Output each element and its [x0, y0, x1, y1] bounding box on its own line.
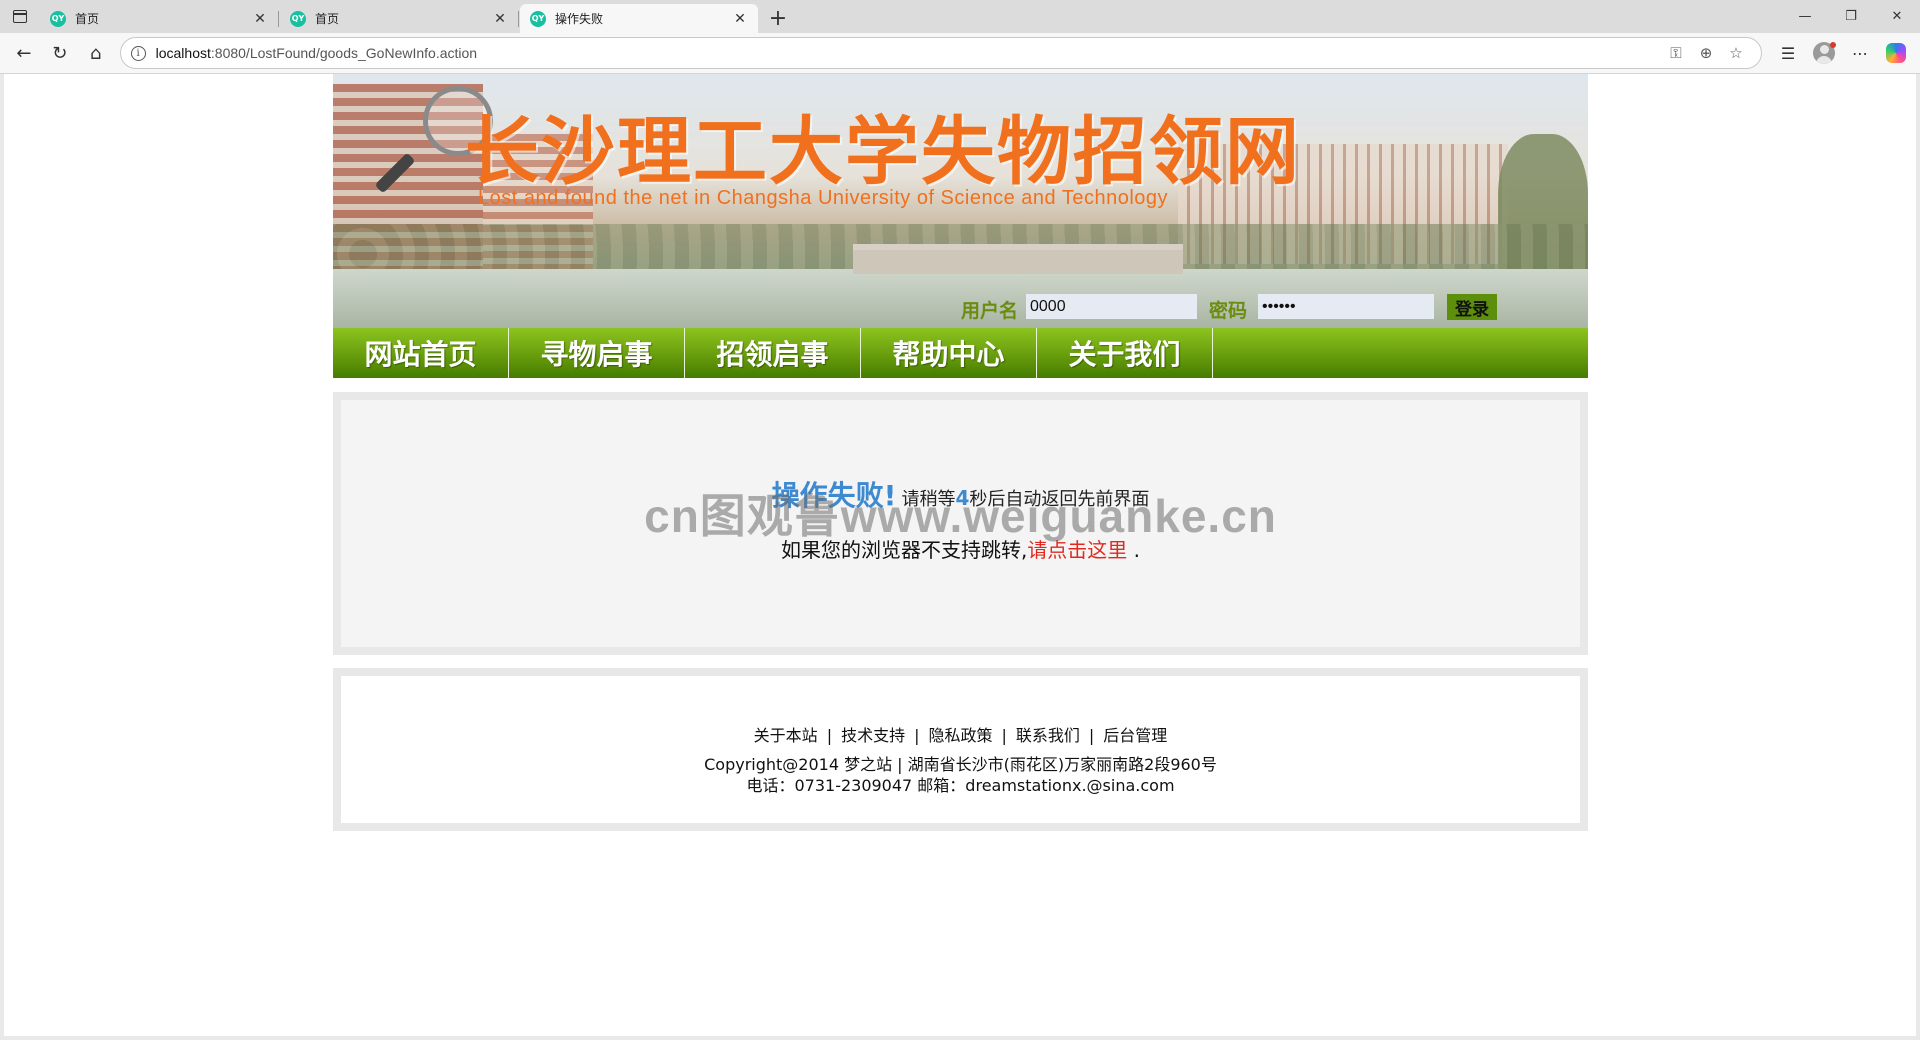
- minimize-icon[interactable]: —: [1782, 0, 1828, 33]
- browser-tab-3[interactable]: QY 操作失败 ✕: [520, 4, 758, 33]
- tab-actions-icon: [13, 10, 27, 23]
- redirect-fallback: 如果您的浏览器不支持跳转,请点击这里 .: [341, 534, 1580, 563]
- window-controls: — ❐ ✕: [1782, 0, 1920, 33]
- footer-copyright: Copyright@2014 梦之站 | 湖南省长沙市(雨花区)万家丽南路2段9…: [341, 754, 1580, 796]
- url-text[interactable]: localhost:8080/LostFound/goods_GoNewInfo…: [156, 45, 1661, 61]
- password-label: 密码: [1209, 300, 1248, 322]
- key-icon[interactable]: ⚿: [1661, 40, 1691, 66]
- reload-icon[interactable]: ↻: [42, 37, 78, 69]
- footer-link-admin[interactable]: 后台管理: [1103, 726, 1167, 745]
- fallback-text: 如果您的浏览器不支持跳转,: [780, 538, 1028, 562]
- zoom-icon[interactable]: ⊕: [1691, 40, 1721, 66]
- failure-message: 操作失败! 请稍等4秒后自动返回先前界面: [341, 474, 1580, 514]
- browser-tab-1[interactable]: QY 首页 ✕: [40, 4, 279, 33]
- failure-title: 操作失败!: [771, 479, 897, 512]
- site-favicon-icon: QY: [530, 10, 546, 27]
- page-viewport: 长沙理工大学失物招领网 Lost and found the net in Ch…: [4, 74, 1916, 1036]
- nav-home[interactable]: 网站首页: [333, 328, 509, 378]
- main-navbar: 网站首页 寻物启事 招领启事 帮助中心 关于我们: [333, 328, 1588, 378]
- tab-close-icon[interactable]: ✕: [492, 11, 508, 27]
- login-form: 用户名 密码 登录: [333, 294, 1588, 322]
- tab-close-icon[interactable]: ✕: [732, 11, 748, 27]
- footer-link-privacy[interactable]: 隐私政策: [928, 726, 992, 745]
- site-info-icon[interactable]: i: [130, 45, 146, 61]
- tab-title: 操作失败: [555, 12, 604, 26]
- nav-help-center[interactable]: 帮助中心: [861, 328, 1037, 378]
- browser-tab-bar: QY 首页 ✕ QY 首页 ✕ QY 操作失败 ✕ + — ❐ ✕: [0, 0, 1920, 33]
- tab-actions-button[interactable]: [0, 0, 40, 33]
- banner-bridge: [853, 244, 1183, 274]
- url-path: :8080/LostFound/goods_GoNewInfo.action: [210, 45, 478, 61]
- footer-separator: |: [1088, 726, 1095, 745]
- site-banner: 长沙理工大学失物招领网 Lost and found the net in Ch…: [333, 74, 1588, 328]
- nav-lost-notices[interactable]: 寻物启事: [509, 328, 685, 378]
- restore-icon[interactable]: ❐: [1828, 0, 1874, 33]
- footer-separator: |: [1001, 726, 1007, 745]
- favorites-list-icon[interactable]: ☰: [1770, 37, 1806, 69]
- browser-toolbar: ← ↻ ⌂ i localhost:8080/LostFound/goods_G…: [0, 33, 1920, 74]
- countdown-suffix: 秒后自动返回先前界面: [969, 489, 1150, 510]
- username-label: 用户名: [961, 300, 1019, 322]
- favorite-star-icon[interactable]: ☆: [1721, 40, 1751, 66]
- footer-separator: |: [914, 726, 920, 745]
- copilot-icon: [1886, 43, 1906, 63]
- site-favicon-icon: QY: [50, 10, 66, 27]
- site-title: 长沙理工大学失物招领网: [465, 109, 1301, 195]
- login-button[interactable]: 登录: [1447, 294, 1497, 320]
- password-input[interactable]: [1258, 294, 1434, 319]
- result-message-box: 操作失败! 请稍等4秒后自动返回先前界面 如果您的浏览器不支持跳转,请点击这里 …: [333, 392, 1588, 655]
- back-arrow-icon[interactable]: ←: [6, 37, 42, 69]
- nav-about-us[interactable]: 关于我们: [1037, 328, 1213, 378]
- close-window-icon[interactable]: ✕: [1874, 0, 1920, 33]
- site-subtitle: Lost and found the net in Changsha Unive…: [478, 187, 1169, 209]
- new-tab-plus-icon[interactable]: +: [762, 4, 794, 33]
- copilot-button[interactable]: [1878, 37, 1914, 69]
- browser-tab-2[interactable]: QY 首页 ✕: [280, 4, 519, 33]
- address-bar[interactable]: i localhost:8080/LostFound/goods_GoNewIn…: [119, 37, 1762, 69]
- countdown-prefix: 请稍等: [901, 489, 956, 510]
- home-icon[interactable]: ⌂: [78, 37, 114, 69]
- tab-title: 首页: [75, 12, 100, 26]
- contact-text: 电话：0731-2309047 邮箱：dreamstationx.@sina.c…: [746, 776, 1175, 795]
- tab-title: 首页: [315, 12, 340, 26]
- footer-link-about[interactable]: 关于本站: [754, 726, 818, 745]
- countdown-seconds: 4: [955, 486, 970, 510]
- click-here-link[interactable]: 请点击这里: [1027, 538, 1127, 562]
- tab-close-icon[interactable]: ✕: [252, 11, 268, 27]
- username-input[interactable]: [1026, 294, 1197, 319]
- footer-link-contact[interactable]: 联系我们: [1016, 726, 1080, 745]
- more-menu-icon[interactable]: ⋯: [1842, 37, 1878, 69]
- footer-links: 关于本站 | 技术支持 | 隐私政策 | 联系我们 | 后台管理: [341, 722, 1580, 746]
- site-footer: 关于本站 | 技术支持 | 隐私政策 | 联系我们 | 后台管理 Copyright@2014 …: [333, 668, 1588, 831]
- copyright-text: Copyright@2014 梦之站 | 湖南省长沙市(雨花区)万家丽南路2段9…: [704, 755, 1217, 774]
- nav-found-notices[interactable]: 招领启事: [685, 328, 861, 378]
- url-host: localhost: [155, 45, 211, 61]
- footer-link-support[interactable]: 技术支持: [841, 726, 905, 745]
- site-container: 长沙理工大学失物招领网 Lost and found the net in Ch…: [333, 74, 1588, 831]
- footer-separator: |: [826, 726, 833, 745]
- site-favicon-icon: QY: [290, 10, 306, 27]
- notification-dot-icon: [1830, 42, 1836, 48]
- fallback-end: .: [1127, 538, 1141, 562]
- profile-button[interactable]: [1806, 37, 1842, 69]
